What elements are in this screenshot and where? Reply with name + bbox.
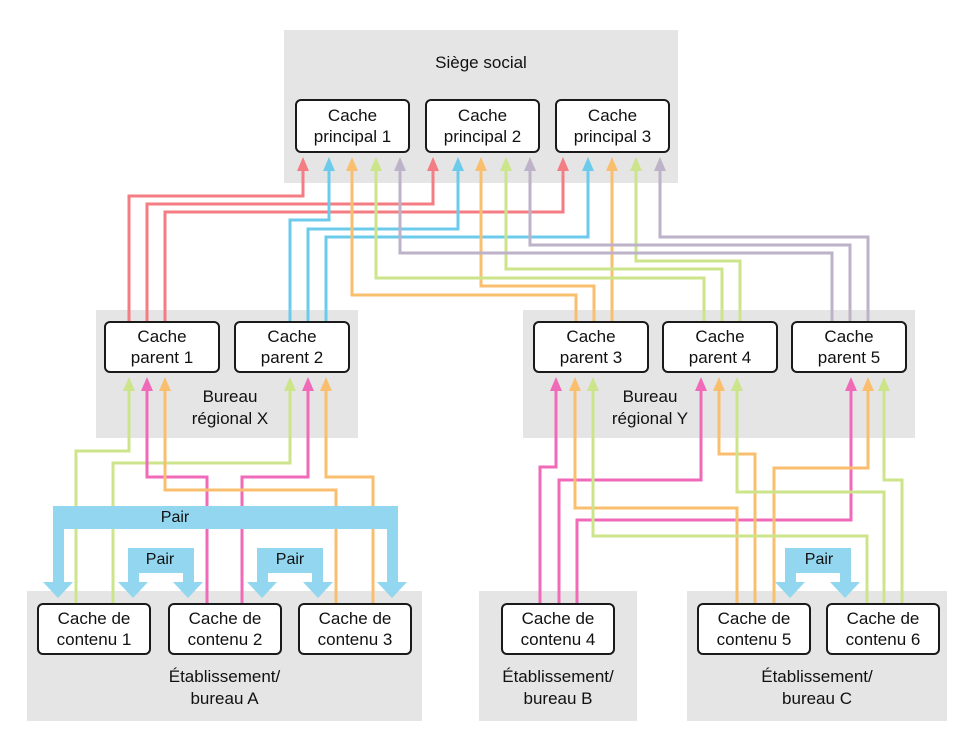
connection-line-red bbox=[127, 167, 305, 321]
content-cache-2-line1: Cache de bbox=[188, 609, 262, 628]
arrow-down-icon bbox=[830, 582, 860, 598]
connection-line-pink bbox=[538, 387, 558, 603]
pair-connector-1-3-right bbox=[387, 506, 398, 582]
arrow-up-icon bbox=[731, 377, 743, 391]
parent-cache-4[interactable]: Cache parent 4 bbox=[662, 321, 778, 373]
content-cache-1[interactable]: Cache de contenu 1 bbox=[37, 603, 151, 655]
principal-cache-1-line2: principal 1 bbox=[313, 127, 392, 146]
arrow-up-icon bbox=[297, 157, 309, 171]
content-cache-5[interactable]: Cache de contenu 5 bbox=[697, 603, 811, 655]
content-cache-4-line2: contenu 4 bbox=[520, 630, 596, 649]
principal-cache-3-line2: principal 3 bbox=[573, 127, 652, 146]
content-cache-3-line1: Cache de bbox=[318, 609, 392, 628]
connection-line-orange bbox=[324, 387, 375, 603]
connection-line-green bbox=[882, 387, 904, 603]
parent-cache-3-line2: parent 3 bbox=[559, 348, 623, 367]
parent-cache-4-line2: parent 4 bbox=[688, 348, 752, 367]
arrow-up-icon bbox=[284, 377, 296, 391]
parent-cache-1-line1: Cache bbox=[137, 327, 187, 346]
parent-cache-2-line2: parent 2 bbox=[260, 348, 324, 367]
content-cache-5-line2: contenu 5 bbox=[716, 630, 792, 649]
content-cache-5-line1: Cache de bbox=[717, 609, 791, 628]
principal-cache-1-line1: Cache bbox=[327, 106, 378, 125]
parent-cache-2-line1: Cache bbox=[267, 327, 317, 346]
arrow-up-icon bbox=[394, 157, 406, 171]
pair-label-1-2: Pair bbox=[145, 551, 175, 568]
pair-label-5-6: Pair bbox=[804, 551, 834, 568]
arrow-down-icon bbox=[247, 582, 277, 598]
connection-line-green bbox=[74, 387, 131, 603]
pair-label-1-3: Pair bbox=[160, 509, 190, 526]
arrow-up-icon bbox=[878, 377, 890, 391]
arrow-up-icon bbox=[569, 377, 581, 391]
arrow-up-icon bbox=[370, 157, 382, 171]
content-cache-6-line2: contenu 6 bbox=[845, 630, 921, 649]
parent-cache-2[interactable]: Cache parent 2 bbox=[234, 321, 350, 373]
arrow-up-icon bbox=[524, 157, 536, 171]
arrow-down-icon bbox=[43, 582, 73, 598]
parent-cache-3-line1: Cache bbox=[566, 327, 616, 346]
parent-cache-1-line2: parent 1 bbox=[130, 348, 194, 367]
arrow-up-icon bbox=[606, 157, 618, 171]
principal-cache-2[interactable]: Cache principal 2 bbox=[425, 99, 540, 153]
parent-cache-5[interactable]: Cache parent 5 bbox=[791, 321, 907, 373]
connection-line-purple bbox=[528, 167, 852, 321]
arrow-up-icon bbox=[320, 377, 332, 391]
arrow-down-icon bbox=[303, 582, 333, 598]
principal-cache-1[interactable]: Cache principal 1 bbox=[295, 99, 410, 153]
arrow-up-icon bbox=[323, 157, 335, 171]
arrow-down-icon bbox=[377, 582, 407, 598]
content-cache-1-line2: contenu 1 bbox=[56, 630, 132, 649]
arrow-up-icon bbox=[302, 377, 314, 391]
arrow-down-icon bbox=[118, 582, 148, 598]
arrow-up-icon bbox=[713, 377, 725, 391]
arrow-down-icon bbox=[173, 582, 203, 598]
content-cache-6[interactable]: Cache de contenu 6 bbox=[826, 603, 940, 655]
arrow-down-icon bbox=[775, 582, 805, 598]
arrow-up-icon bbox=[475, 157, 487, 171]
principal-cache-2-line2: principal 2 bbox=[443, 127, 522, 146]
parent-cache-1[interactable]: Cache parent 1 bbox=[104, 321, 220, 373]
pair-label-2-3: Pair bbox=[275, 551, 305, 568]
arrow-up-icon bbox=[500, 157, 512, 171]
parent-cache-5-line1: Cache bbox=[824, 327, 874, 346]
connection-line-red bbox=[163, 167, 565, 321]
content-cache-1-line1: Cache de bbox=[57, 609, 131, 628]
principal-cache-3[interactable]: Cache principal 3 bbox=[555, 99, 670, 153]
principal-cache-2-line1: Cache bbox=[457, 106, 508, 125]
connection-line-pink bbox=[557, 387, 703, 603]
content-cache-3-line2: contenu 3 bbox=[317, 630, 393, 649]
parent-cache-4-line1: Cache bbox=[695, 327, 745, 346]
pair-connector-1-3 bbox=[53, 506, 398, 529]
arrow-up-icon bbox=[123, 377, 135, 391]
arrow-up-icon bbox=[654, 157, 666, 171]
arrow-up-icon bbox=[695, 377, 707, 391]
pair-connector-1-3-left bbox=[53, 506, 64, 582]
parent-cache-3[interactable]: Cache parent 3 bbox=[533, 321, 649, 373]
principal-cache-3-line1: Cache bbox=[587, 106, 638, 125]
arrow-up-icon bbox=[452, 157, 464, 171]
arrow-up-icon bbox=[427, 157, 439, 171]
arrow-up-icon bbox=[587, 377, 599, 391]
connection-line-orange bbox=[573, 387, 739, 603]
arrow-up-icon bbox=[862, 377, 874, 391]
arrow-up-icon bbox=[557, 157, 569, 171]
content-cache-2[interactable]: Cache de contenu 2 bbox=[168, 603, 282, 655]
arrow-up-icon bbox=[845, 377, 857, 391]
content-cache-4[interactable]: Cache de contenu 4 bbox=[501, 603, 615, 655]
parent-cache-5-line2: parent 5 bbox=[817, 348, 881, 367]
arrow-up-icon bbox=[141, 377, 153, 391]
content-cache-2-line2: contenu 2 bbox=[187, 630, 263, 649]
arrow-up-icon bbox=[159, 377, 171, 391]
content-cache-3[interactable]: Cache de contenu 3 bbox=[298, 603, 412, 655]
arrow-up-icon bbox=[346, 157, 358, 171]
arrow-up-icon bbox=[550, 377, 562, 391]
arrow-up-icon bbox=[582, 157, 594, 171]
content-cache-6-line1: Cache de bbox=[846, 609, 920, 628]
content-cache-4-line1: Cache de bbox=[521, 609, 595, 628]
arrow-up-icon bbox=[630, 157, 642, 171]
